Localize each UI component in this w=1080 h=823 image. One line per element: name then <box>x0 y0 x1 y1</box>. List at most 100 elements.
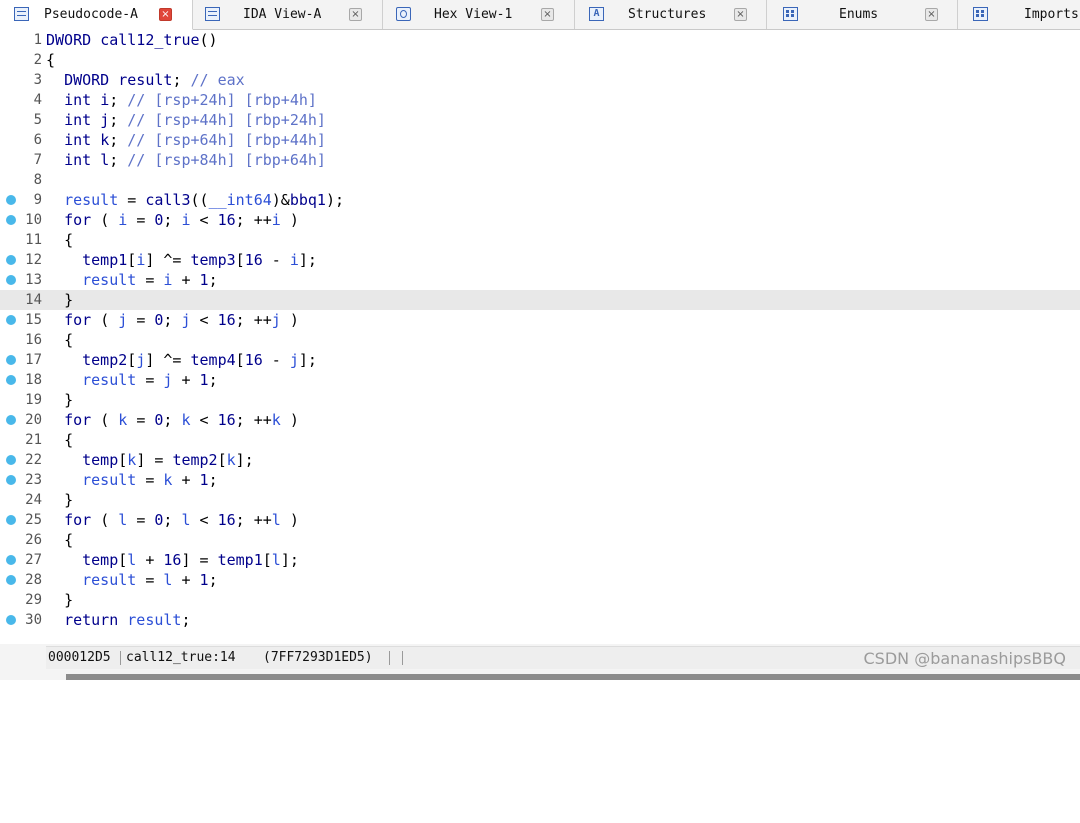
tab-pseudocode-a[interactable]: Pseudocode-A × <box>0 0 193 30</box>
code-text: temp[l + 16] = temp1[l]; <box>82 551 299 569</box>
code-line[interactable]: 8 <box>0 170 1080 190</box>
code-text: result = call3((__int64)&bbq1); <box>64 191 345 209</box>
line-number: 4 <box>33 92 42 108</box>
code-line[interactable]: 28 result = l + 1; <box>0 570 1080 590</box>
code-text: for ( j = 0; j < 16; ++j ) <box>64 311 299 329</box>
code-line[interactable]: 9 result = call3((__int64)&bbq1); <box>0 190 1080 210</box>
tab-enums[interactable]: Enums × <box>767 0 958 29</box>
code-text: temp2[j] ^= temp4[16 - j]; <box>82 351 317 369</box>
tab-structures[interactable]: A Structures × <box>575 0 767 29</box>
code-line[interactable]: 22 temp[k] = temp2[k]; <box>0 450 1080 470</box>
tab-label: Structures <box>628 7 707 22</box>
tab-ida-view-a[interactable]: IDA View-A × <box>193 0 383 29</box>
horizontal-scrollbar[interactable] <box>66 674 1080 680</box>
breakpoint-marker-icon[interactable] <box>6 315 16 325</box>
close-icon[interactable]: × <box>734 8 747 21</box>
line-number: 28 <box>25 572 42 588</box>
code-text: int j; // [rsp+44h] [rbp+24h] <box>64 111 326 129</box>
line-number: 14 <box>25 292 42 308</box>
code-text: int k; // [rsp+64h] [rbp+44h] <box>64 131 326 149</box>
breakpoint-marker-icon[interactable] <box>6 195 16 205</box>
code-line[interactable]: 17 temp2[j] ^= temp4[16 - j]; <box>0 350 1080 370</box>
code-line[interactable]: 23 result = k + 1; <box>0 470 1080 490</box>
code-line[interactable]: 14 } <box>0 290 1080 310</box>
code-line[interactable]: 5 int j; // [rsp+44h] [rbp+24h] <box>0 110 1080 130</box>
breakpoint-marker-icon[interactable] <box>6 215 16 225</box>
code-line[interactable]: 25 for ( l = 0; l < 16; ++l ) <box>0 510 1080 530</box>
line-number: 16 <box>25 332 42 348</box>
status-separator <box>402 651 403 665</box>
breakpoint-marker-icon[interactable] <box>6 455 16 465</box>
line-number: 3 <box>33 72 42 88</box>
breakpoint-marker-icon[interactable] <box>6 415 16 425</box>
code-line[interactable]: 13 result = i + 1; <box>0 270 1080 290</box>
line-number: 12 <box>25 252 42 268</box>
line-number: 27 <box>25 552 42 568</box>
code-line[interactable]: 21 { <box>0 430 1080 450</box>
code-line[interactable]: 19 } <box>0 390 1080 410</box>
pseudocode-view[interactable]: 1 DWORD call12_true() 2{3 DWORD result; //… <box>0 30 1080 644</box>
breakpoint-marker-icon[interactable] <box>6 515 16 525</box>
code-line[interactable]: 11 { <box>0 230 1080 250</box>
code-text: temp[k] = temp2[k]; <box>82 451 254 469</box>
line-number: 30 <box>25 612 42 628</box>
code-line[interactable]: 7 int l; // [rsp+84h] [rbp+64h] <box>0 150 1080 170</box>
breakpoint-marker-icon[interactable] <box>6 575 16 585</box>
breakpoint-marker-icon[interactable] <box>6 255 16 265</box>
close-icon[interactable]: × <box>925 8 938 21</box>
code-line[interactable]: 12 temp1[i] ^= temp3[16 - i]; <box>0 250 1080 270</box>
watermark: CSDN @bananashipsBBQ <box>863 649 1066 668</box>
close-icon[interactable]: × <box>541 8 554 21</box>
line-number: 8 <box>33 172 42 188</box>
code-line[interactable]: 29 } <box>0 590 1080 610</box>
code-line[interactable]: 2{ <box>0 50 1080 70</box>
code-text: result = i + 1; <box>82 271 218 289</box>
code-text: DWORD result; // eax <box>64 71 245 89</box>
code-text: { <box>64 531 74 549</box>
tab-label: Hex View-1 <box>434 7 513 22</box>
code-text: int i; // [rsp+24h] [rbp+4h] <box>64 91 317 109</box>
code-text: result = k + 1; <box>82 471 218 489</box>
code-line[interactable]: 24 } <box>0 490 1080 510</box>
line-number: 1 <box>33 32 42 48</box>
line-number: 26 <box>25 532 42 548</box>
code-line[interactable]: 10 for ( i = 0; i < 16; ++i ) <box>0 210 1080 230</box>
code-line[interactable]: 16 { <box>0 330 1080 350</box>
line-number: 29 <box>25 592 42 608</box>
code-line[interactable]: 26 { <box>0 530 1080 550</box>
code-line[interactable]: 3 DWORD result; // eax <box>0 70 1080 90</box>
code-line[interactable]: 27 temp[l + 16] = temp1[l]; <box>0 550 1080 570</box>
tab-hex-view-1[interactable]: Hex View-1 × <box>383 0 575 29</box>
pseudocode-icon <box>14 7 29 21</box>
tab-bar: Pseudocode-A × IDA View-A × Hex View-1 ×… <box>0 0 1080 30</box>
line-number: 10 <box>25 212 42 228</box>
code-line[interactable]: 4 int i; // [rsp+24h] [rbp+4h] <box>0 90 1080 110</box>
code-line[interactable]: 15 for ( j = 0; j < 16; ++j ) <box>0 310 1080 330</box>
line-number: 18 <box>25 372 42 388</box>
close-icon[interactable]: × <box>159 8 172 21</box>
tab-label: Imports <box>1024 7 1079 22</box>
breakpoint-marker-icon[interactable] <box>6 555 16 565</box>
code-line[interactable]: 30 return result; <box>0 610 1080 630</box>
close-icon[interactable]: × <box>349 8 362 21</box>
code-line[interactable]: 1 DWORD call12_true() <box>0 30 1080 50</box>
code-text: for ( l = 0; l < 16; ++l ) <box>64 511 299 529</box>
code-text: } <box>64 491 74 509</box>
code-text: } <box>64 591 74 609</box>
breakpoint-marker-icon[interactable] <box>6 475 16 485</box>
code-text: int l; // [rsp+84h] [rbp+64h] <box>64 151 326 169</box>
breakpoint-marker-icon[interactable] <box>6 275 16 285</box>
tab-label: Pseudocode-A <box>44 7 138 22</box>
breakpoint-marker-icon[interactable] <box>6 355 16 365</box>
breakpoint-marker-icon[interactable] <box>6 615 16 625</box>
code-text: for ( k = 0; k < 16; ++k ) <box>64 411 299 429</box>
ida-view-icon <box>205 7 220 21</box>
enums-icon <box>783 7 798 21</box>
code-line[interactable]: 6 int k; // [rsp+64h] [rbp+44h] <box>0 130 1080 150</box>
code-line[interactable]: 20 for ( k = 0; k < 16; ++k ) <box>0 410 1080 430</box>
imports-icon <box>973 7 988 21</box>
status-full-address: (7FF7293D1ED5) <box>263 650 373 665</box>
breakpoint-marker-icon[interactable] <box>6 375 16 385</box>
tab-imports[interactable]: Imports <box>958 0 1080 29</box>
code-line[interactable]: 18 result = j + 1; <box>0 370 1080 390</box>
